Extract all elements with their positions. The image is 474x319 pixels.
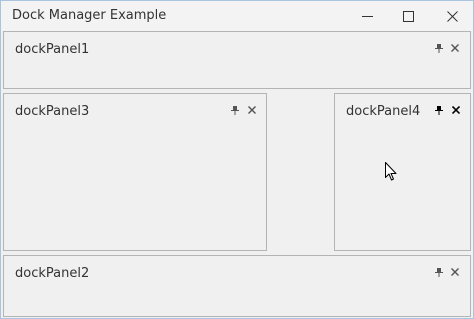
dock-panel-4[interactable]: dockPanel4	[334, 93, 471, 251]
dock-panel-3[interactable]: dockPanel3	[3, 93, 267, 251]
pin-icon	[435, 43, 443, 53]
maximize-icon	[402, 10, 414, 22]
window-title: Dock Manager Example	[12, 8, 167, 23]
title-bar[interactable]: Dock Manager Example	[1, 1, 473, 31]
dock-panel-2-caption: dockPanel2	[15, 266, 90, 281]
pin-icon	[435, 267, 443, 277]
panel-close-icon	[452, 106, 460, 114]
dock-panel-4-caption: dockPanel4	[346, 104, 421, 119]
mouse-cursor-icon	[385, 162, 397, 181]
dock-panel-1-caption: dockPanel1	[15, 42, 90, 57]
minimize-icon	[361, 15, 373, 17]
app-window: Dock Manager Example dockPanel1 dockPane…	[0, 0, 474, 319]
dock-panel-4-close-button[interactable]	[450, 104, 462, 116]
minimize-button[interactable]	[347, 1, 387, 31]
dock-panel-3-pin-button[interactable]	[229, 104, 241, 116]
dock-panel-1[interactable]: dockPanel1	[3, 31, 471, 89]
maximize-button[interactable]	[388, 1, 428, 31]
dock-panel-2-close-button[interactable]	[449, 266, 461, 278]
dock-panel-1-close-button[interactable]	[449, 42, 461, 54]
dock-panel-2[interactable]: dockPanel2	[3, 255, 471, 317]
panel-close-icon	[451, 268, 459, 276]
dock-panel-1-pin-button[interactable]	[433, 42, 445, 54]
pin-icon	[435, 105, 443, 115]
panel-close-icon	[248, 106, 256, 114]
panel-close-icon	[451, 44, 459, 52]
close-icon	[446, 10, 458, 22]
close-button[interactable]	[432, 1, 472, 31]
dock-panel-3-caption: dockPanel3	[15, 104, 90, 119]
dock-panel-3-close-button[interactable]	[246, 104, 258, 116]
pin-icon	[231, 105, 239, 115]
dock-panel-4-pin-button[interactable]	[433, 104, 445, 116]
dock-panel-2-pin-button[interactable]	[433, 266, 445, 278]
